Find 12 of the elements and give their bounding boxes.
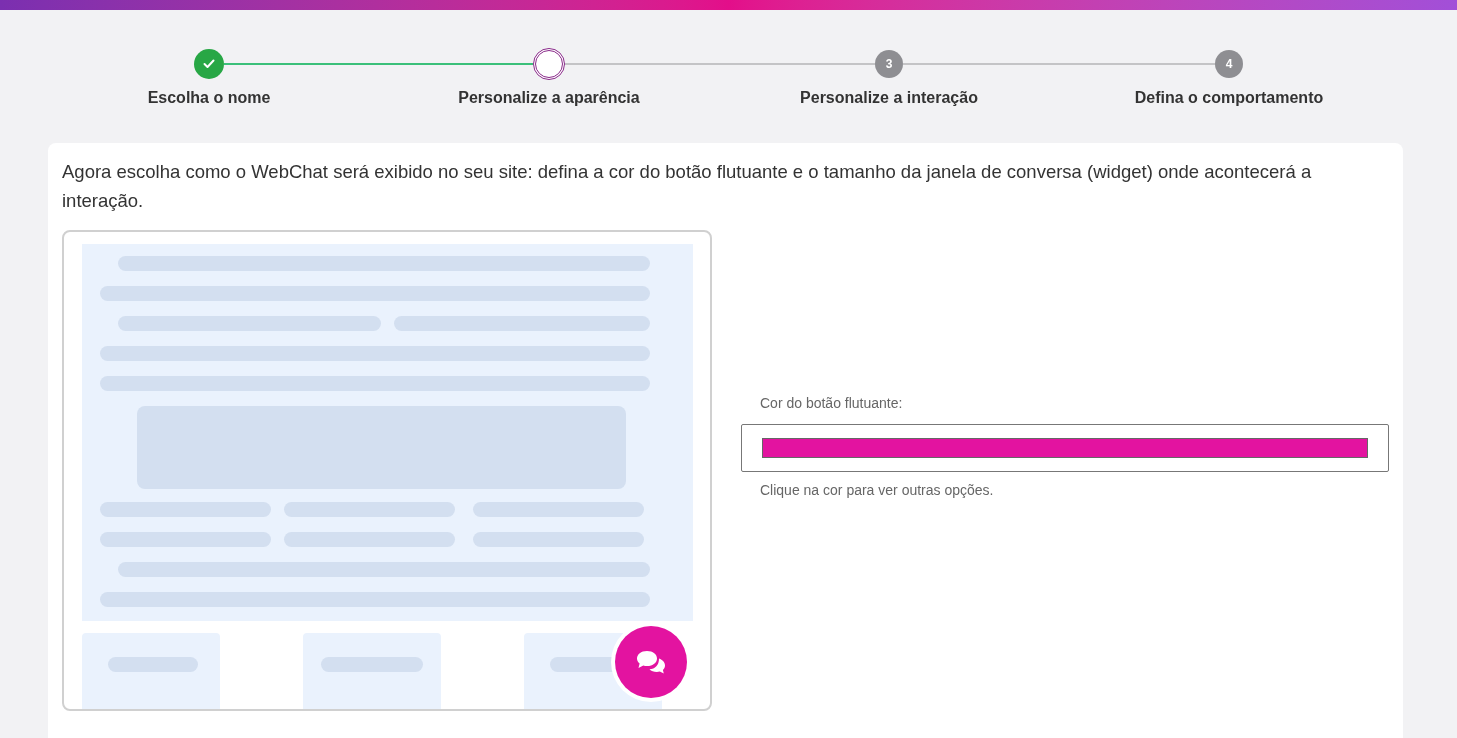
- color-swatch[interactable]: [762, 437, 1368, 458]
- step-label: Defina o comportamento: [1134, 88, 1324, 108]
- step-label: Personalize a aparência: [458, 88, 640, 108]
- color-hint: Clique na cor para ver outras opções.: [760, 480, 995, 500]
- chat-bubbles-icon: [636, 650, 666, 674]
- step-number: 4: [1215, 50, 1243, 78]
- intro-text: Agora escolha como o WebChat será exibido no seu site: defina a cor do botão flutuante e o tamanho da janela de conversa (widget) onde acontecerá a interação.: [62, 160, 1313, 213]
- step-label: Escolha o nome: [147, 88, 271, 108]
- color-field[interactable]: [741, 423, 1389, 472]
- step-number: 3: [875, 50, 903, 78]
- step-label: Personalize a interação: [800, 88, 978, 108]
- color-label: Cor do botão flutuante:: [760, 393, 904, 413]
